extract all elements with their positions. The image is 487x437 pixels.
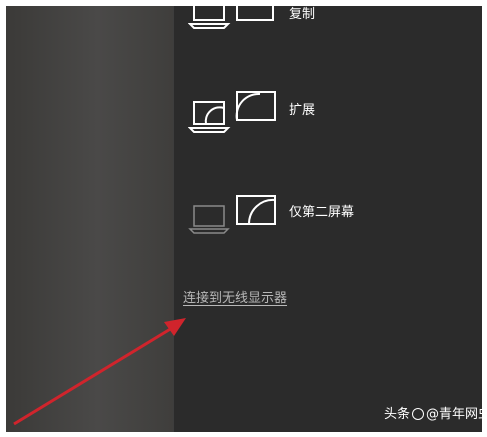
watermark-handle: @青年网虫 xyxy=(426,407,482,422)
second-screen-only-icon xyxy=(188,195,276,234)
watermark-logo-icon xyxy=(412,408,425,420)
extend-label: 扩展 xyxy=(289,103,316,118)
connect-wireless-display-link[interactable]: 连接到无线显示器 xyxy=(183,290,287,308)
second-screen-only-label: 仅第二屏幕 xyxy=(289,205,355,220)
screenshot-frame: 复制 扩展 仅第二屏幕 连接到无线显示器 头条 @青年网 xyxy=(6,6,482,432)
watermark-prefix: 头条 xyxy=(384,407,411,422)
watermark: 头条 @青年网虫 xyxy=(384,406,482,424)
duplicate-option[interactable]: 复制 xyxy=(174,6,482,44)
second-screen-only-option[interactable]: 仅第二屏幕 xyxy=(174,186,482,246)
extend-option[interactable]: 扩展 xyxy=(174,86,482,146)
extend-displays-icon xyxy=(188,91,276,133)
duplicate-displays-icon xyxy=(188,6,274,29)
project-panel: 复制 扩展 仅第二屏幕 xyxy=(173,6,482,432)
desktop-background xyxy=(6,6,173,432)
duplicate-label: 复制 xyxy=(289,7,316,22)
